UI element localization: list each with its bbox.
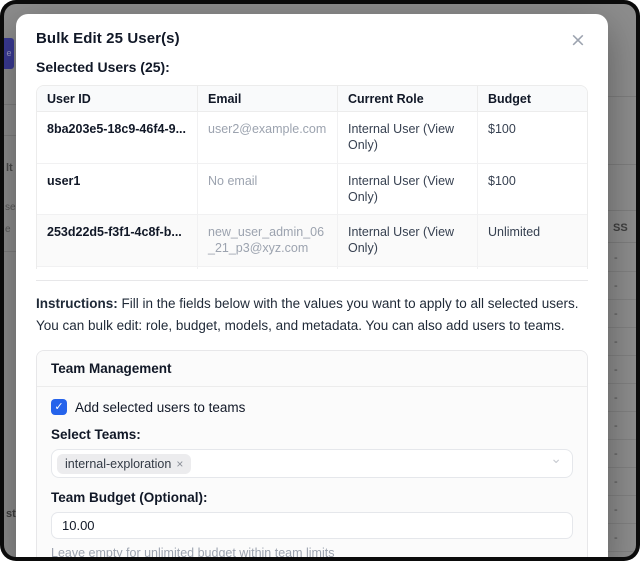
cell-email: No email [197, 164, 337, 215]
remove-tag-icon[interactable]: × [176, 457, 183, 471]
cell-user-id: 5dbd2335-cdd6-47ca-b... [37, 267, 197, 270]
cell-budget: Unlimited [477, 215, 587, 266]
column-header-user-id: User ID [37, 86, 197, 111]
cell-user-id: user1 [37, 164, 197, 215]
chevron-down-icon[interactable]: ⌄ [550, 451, 562, 467]
background-text-fragment: e [5, 224, 11, 235]
cell-email: new_user_admin_06_21_p3@xyz.com [197, 215, 337, 266]
team-budget-input[interactable] [51, 512, 573, 539]
background-cell-fragment: - [608, 384, 636, 412]
background-text-fragment: lt [6, 162, 13, 174]
background-cell-fragment: - [608, 440, 636, 468]
checkbox-checked-icon[interactable]: ✓ [51, 399, 67, 415]
selected-users-table[interactable]: User ID Email Current Role Budget 8ba203… [36, 85, 588, 269]
team-management-title: Team Management [37, 351, 587, 387]
instructions-body: Fill in the fields below with the values… [36, 296, 579, 333]
team-management-section: Team Management ✓ Add selected users to … [36, 350, 588, 557]
cell-budget: Unlimited [477, 267, 587, 270]
cell-email: inter [197, 267, 337, 270]
cell-user-id: 253d22d5-f3f1-4c8f-b... [37, 215, 197, 266]
instructions-lead: Instructions: [36, 296, 118, 311]
background-text-fragment: se [5, 202, 16, 213]
dimmed-page-backdrop: e lt se e st SS ----------- Bulk Edit 25… [4, 4, 636, 557]
team-budget-label: Team Budget (Optional): [51, 490, 573, 505]
column-header-current-role: Current Role [337, 86, 477, 111]
bulk-edit-modal: Bulk Edit 25 User(s) × Selected Users (2… [16, 14, 608, 557]
background-cell-fragment: - [608, 356, 636, 384]
team-tag-label: internal-exploration [65, 457, 171, 471]
close-icon[interactable]: × [566, 28, 590, 52]
background-cell-fragment: - [608, 524, 636, 552]
section-divider [36, 280, 588, 281]
table-row: 253d22d5-f3f1-4c8f-b...new_user_admin_06… [37, 215, 587, 267]
column-header-budget: Budget [477, 86, 587, 111]
table-row: 5dbd2335-cdd6-47ca-b...interInternal Use… [37, 267, 587, 270]
selected-users-label: Selected Users (25): [36, 59, 588, 75]
budget-help-text: Leave empty for unlimited budget within … [51, 546, 573, 557]
background-cell-fragment: - [608, 468, 636, 496]
background-cell-fragment: - [608, 328, 636, 356]
cell-budget: $100 [477, 112, 587, 163]
background-cell-fragment: - [608, 412, 636, 440]
cell-budget: $100 [477, 164, 587, 215]
background-cell-fragment: - [608, 272, 636, 300]
background-column-header-fragment: SS [613, 222, 628, 234]
cell-current-role: Internal User (View Only) [337, 112, 477, 163]
background-text-fragment: st [6, 508, 16, 520]
selected-team-tag: internal-exploration × [57, 454, 191, 474]
column-header-email: Email [197, 86, 337, 111]
background-cell-fragment: - [608, 496, 636, 524]
background-cell-fragment: - [608, 244, 636, 272]
cell-current-role: Internal User (View Only) [337, 164, 477, 215]
window-frame: e lt se e st SS ----------- Bulk Edit 25… [0, 0, 640, 561]
cell-current-role: Internal User (View Only) [337, 267, 477, 270]
background-cell-fragment: - [608, 300, 636, 328]
cell-email: user2@example.com [197, 112, 337, 163]
modal-title: Bulk Edit 25 User(s) [36, 30, 588, 47]
add-users-to-teams-checkbox-row[interactable]: ✓ Add selected users to teams [51, 399, 573, 415]
cell-user-id: 8ba203e5-18c9-46f4-9... [37, 112, 197, 163]
cell-current-role: Internal User (View Only) [337, 215, 477, 266]
table-header-row: User ID Email Current Role Budget [37, 86, 587, 112]
background-table-fragment: SS ----------- [608, 4, 636, 557]
select-teams-label: Select Teams: [51, 427, 573, 442]
instructions-text: Instructions: Fill in the fields below w… [36, 293, 588, 336]
background-button-fragment: e [4, 38, 14, 69]
table-row: 8ba203e5-18c9-46f4-9...user2@example.com… [37, 112, 587, 164]
teams-multiselect[interactable]: internal-exploration × ⌄ [51, 449, 573, 478]
table-row: user1No emailInternal User (View Only)$1… [37, 164, 587, 216]
checkbox-label[interactable]: Add selected users to teams [75, 400, 245, 415]
